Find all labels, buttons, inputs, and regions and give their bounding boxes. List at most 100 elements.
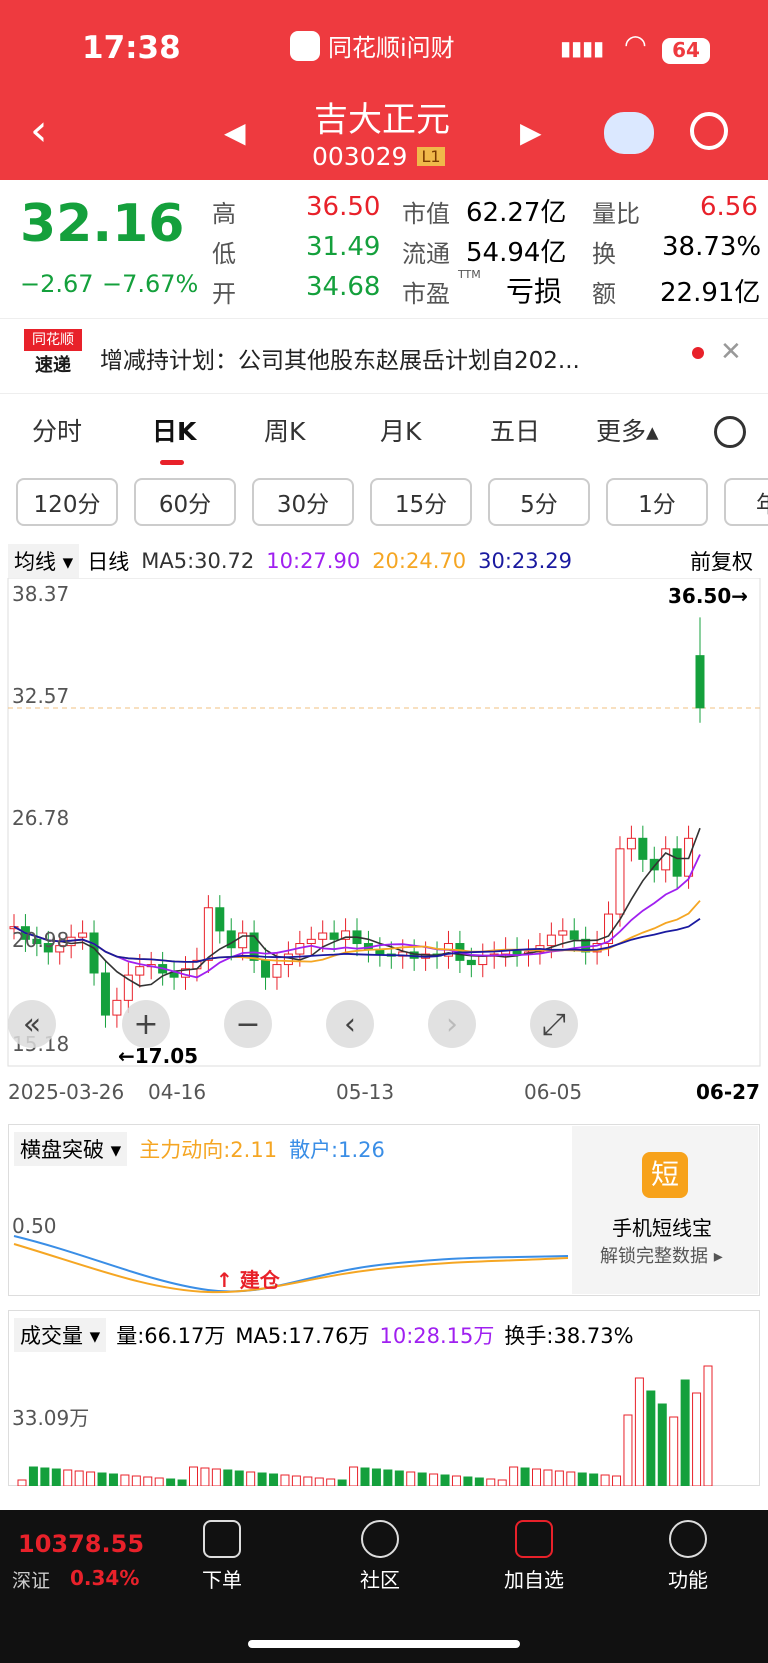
prev-stock-icon[interactable]: ◀ — [224, 116, 246, 149]
prev-icon[interactable]: ‹ — [326, 1000, 374, 1048]
candle — [261, 959, 271, 978]
period-60m[interactable]: 60分 — [134, 478, 236, 526]
volume-bar — [269, 1473, 279, 1486]
y-label-3: 26.78 — [12, 806, 70, 830]
close-icon[interactable]: ✕ — [720, 337, 742, 367]
menu-icon — [669, 1520, 707, 1558]
tab-daily-k[interactable]: 日K — [152, 412, 196, 448]
tab-indicator — [160, 460, 184, 465]
price-change: −2.67 — [20, 270, 94, 298]
period-120m[interactable]: 120分 — [16, 478, 118, 526]
volume-bar — [63, 1469, 73, 1486]
indicator-chart — [13, 1235, 568, 1294]
period-15m[interactable]: 15分 — [370, 478, 472, 526]
candle — [375, 949, 385, 955]
volume-turnover: 换手:38.73% — [504, 1324, 634, 1348]
period-year[interactable]: 年 — [724, 478, 768, 526]
next-stock-icon[interactable]: ▶ — [520, 116, 542, 149]
kline-chart[interactable] — [0, 578, 768, 1098]
ma-type-select[interactable]: 均线 ▾ — [8, 544, 80, 578]
volume-bar — [669, 1416, 679, 1486]
vol-ratio-label: 量比 — [592, 200, 640, 228]
volume-bar — [486, 1478, 496, 1486]
main-flow-value: 主力动向:2.11 — [139, 1138, 278, 1162]
volume-bar — [680, 1379, 690, 1486]
settings-icon[interactable] — [714, 416, 746, 448]
fullscreen-icon[interactable]: ⤢ — [530, 1000, 578, 1048]
volume-bar — [394, 1470, 404, 1486]
tab-monthly-k[interactable]: 月K — [380, 412, 421, 448]
volume-bar — [532, 1468, 541, 1486]
zoom-in-icon[interactable]: + — [122, 1000, 170, 1048]
volume-bar — [417, 1472, 427, 1486]
open-value: 34.68 — [306, 272, 381, 302]
date-label-1: 2025-03-26 — [8, 1080, 125, 1104]
volume-select[interactable]: 成交量 ▾ — [14, 1318, 107, 1352]
period-1m[interactable]: 1分 — [606, 478, 708, 526]
promo-card[interactable]: 短 手机短线宝 解锁完整数据 ▸ — [572, 1126, 758, 1294]
ma-legend: 均线 ▾ 日线 MA5:30.72 10:27.90 20:24.70 30:2… — [8, 544, 572, 578]
volume-bar — [600, 1474, 610, 1486]
signal-icon: ▮▮▮▮ — [560, 36, 605, 60]
volume-bar — [543, 1469, 553, 1486]
high-label: 高 — [212, 200, 236, 228]
float-value: 54.94亿 — [466, 238, 567, 268]
amount-label: 额 — [592, 280, 616, 308]
amount-value: 22.91亿 — [660, 278, 761, 308]
volume-bar — [177, 1479, 187, 1486]
volume-bar — [246, 1471, 256, 1486]
ma5-value: MA5:30.72 — [141, 549, 255, 573]
period-30m[interactable]: 30分 — [252, 478, 354, 526]
nav-functions[interactable]: 功能 — [638, 1520, 738, 1593]
period-5m[interactable]: 5分 — [488, 478, 590, 526]
back-icon[interactable]: ‹ — [30, 105, 48, 156]
robot-icon[interactable] — [604, 112, 654, 154]
signal-label: ↑ 建仓 — [216, 1268, 280, 1292]
rewind-icon[interactable]: « — [8, 1000, 56, 1048]
tab-more[interactable]: 更多▴ — [596, 412, 659, 448]
adjust-mode[interactable]: 前复权 — [690, 546, 753, 576]
candle — [169, 972, 179, 978]
tab-intraday[interactable]: 分时 — [32, 412, 82, 448]
index-value[interactable]: 10378.55 — [18, 1530, 144, 1558]
candle — [569, 930, 579, 940]
index-name: 深证 — [12, 1570, 51, 1592]
volume-bar — [383, 1469, 393, 1486]
turnover-label: 换 — [592, 240, 616, 268]
indicator-select[interactable]: 横盘突破 ▾ — [14, 1132, 128, 1166]
nav-add-watchlist[interactable]: 加自选 — [484, 1520, 584, 1593]
volume-bar — [154, 1477, 164, 1486]
date-label-3: 05-13 — [336, 1080, 395, 1104]
volume-chart — [17, 1365, 713, 1486]
candle — [203, 907, 213, 961]
zoom-out-icon[interactable]: − — [224, 1000, 272, 1048]
volume-bar — [303, 1476, 313, 1486]
search-icon[interactable] — [690, 112, 728, 150]
high-marker: 36.50→ — [668, 584, 749, 608]
volume-bar — [520, 1467, 530, 1486]
candle — [215, 907, 225, 932]
community-icon — [361, 1520, 399, 1558]
tab-weekly-k[interactable]: 周K — [264, 412, 305, 448]
volume-bar — [166, 1478, 176, 1486]
news-bar[interactable]: 同花顺 速递 增减持计划：公司其他股东赵展岳计划自202... ✕ — [0, 318, 768, 394]
volume-bar — [211, 1468, 221, 1486]
nav-community[interactable]: 社区 — [330, 1520, 430, 1593]
volume-bar — [429, 1473, 439, 1486]
volume-bar — [143, 1476, 153, 1486]
volume-bar — [440, 1474, 450, 1486]
low-label: 低 — [212, 240, 236, 268]
next-icon[interactable]: › — [428, 1000, 476, 1048]
candle — [649, 858, 659, 871]
volume-bar — [589, 1473, 599, 1486]
nav-order[interactable]: 下单 — [172, 1520, 272, 1593]
volume-bar — [223, 1469, 233, 1486]
volume-bar — [234, 1470, 244, 1486]
promo-subtitle: 解锁完整数据 ▸ — [600, 1246, 723, 1267]
header: 17:38 同花顺i问财 ▮▮▮▮ ◠ 64 ‹ ◀ 吉大正元 003029 L… — [0, 0, 768, 180]
tab-five-day[interactable]: 五日 — [490, 412, 540, 448]
volume-bar — [360, 1467, 370, 1486]
volume-bar — [314, 1477, 324, 1486]
volume-ma10: 10:28.15万 — [379, 1324, 495, 1348]
volume-bar — [463, 1476, 473, 1486]
